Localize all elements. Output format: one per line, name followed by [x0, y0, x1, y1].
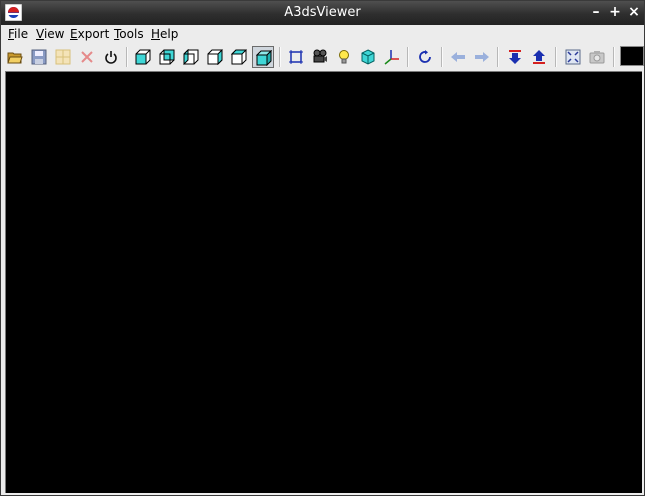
- view-left-button[interactable]: [180, 46, 202, 68]
- open-button[interactable]: [4, 46, 26, 68]
- menu-bar: File View Export Tools Help: [1, 25, 644, 44]
- toolbar: [1, 44, 644, 70]
- grid-icon: [55, 49, 71, 65]
- view-back-button[interactable]: [156, 46, 178, 68]
- menu-help-mnemonic: H: [151, 27, 161, 41]
- previous-button[interactable]: [447, 46, 469, 68]
- window-title: A3dsViewer: [284, 5, 361, 20]
- power-button[interactable]: [100, 46, 122, 68]
- close-model-button[interactable]: [76, 46, 98, 68]
- toolbar-separator: [497, 47, 499, 67]
- close-icon: [81, 51, 93, 63]
- fullscreen-button[interactable]: [562, 46, 584, 68]
- rotate-icon: [419, 50, 431, 63]
- menu-export[interactable]: Export: [70, 27, 109, 41]
- toolbar-separator: [279, 47, 281, 67]
- 3d-viewport[interactable]: [5, 71, 642, 493]
- save-icon: [31, 49, 47, 65]
- toolbar-separator: [126, 47, 128, 67]
- menu-file[interactable]: File: [8, 27, 28, 41]
- axes-button[interactable]: [381, 46, 403, 68]
- screenshot-icon: [589, 51, 605, 64]
- toolbar-separator: [613, 47, 615, 67]
- arrow-right-icon: [475, 52, 489, 62]
- light-button[interactable]: [333, 46, 355, 68]
- view-cube-top-icon: [231, 49, 247, 65]
- open-folder-icon: [7, 52, 23, 64]
- menu-tools[interactable]: Tools: [114, 27, 144, 41]
- view-cube-right-icon: [207, 49, 223, 65]
- export-button[interactable]: [528, 46, 550, 68]
- fullscreen-icon: [565, 49, 581, 65]
- view-cube-left-icon: [183, 49, 199, 65]
- object-button[interactable]: [357, 46, 379, 68]
- export-up-icon: [533, 50, 545, 64]
- toolbar-separator: [407, 47, 409, 67]
- camera-icon: [313, 49, 327, 63]
- import-down-icon: [509, 50, 521, 64]
- camera-button[interactable]: [309, 46, 331, 68]
- toolbar-separator: [555, 47, 557, 67]
- menu-export-mnemonic: E: [70, 27, 78, 41]
- menu-export-label: xport: [77, 27, 110, 41]
- title-bar[interactable]: A3dsViewer – + ×: [1, 1, 644, 25]
- view-cube-perspective-icon: [256, 50, 272, 66]
- view-top-button[interactable]: [228, 46, 250, 68]
- maximize-button[interactable]: +: [607, 4, 623, 20]
- object-cube-icon: [361, 49, 375, 65]
- close-button[interactable]: ×: [626, 4, 642, 20]
- view-cube-back-icon: [159, 49, 175, 65]
- view-perspective-button[interactable]: [252, 46, 274, 68]
- power-icon: [105, 51, 117, 64]
- grid-button[interactable]: [52, 46, 74, 68]
- view-cube-front-icon: [135, 49, 151, 65]
- background-color-swatch[interactable]: [620, 46, 644, 66]
- view-right-button[interactable]: [204, 46, 226, 68]
- import-button[interactable]: [504, 46, 526, 68]
- menu-view-mnemonic: V: [36, 27, 44, 41]
- menu-view-label: iew: [43, 27, 65, 41]
- menu-help-label: elp: [160, 27, 179, 41]
- menu-view[interactable]: View: [36, 27, 64, 41]
- axes-icon: [384, 50, 399, 65]
- menu-help[interactable]: Help: [151, 27, 178, 41]
- menu-file-label: ile: [14, 27, 29, 41]
- view-front-button[interactable]: [132, 46, 154, 68]
- rotate-button[interactable]: [414, 46, 436, 68]
- frame-icon: [289, 50, 303, 64]
- arrow-left-icon: [451, 52, 465, 62]
- light-bulb-icon: [339, 50, 349, 64]
- menu-tools-label: ools: [119, 27, 144, 41]
- app-window: A3dsViewer – + × File View Export Tools …: [0, 0, 645, 496]
- next-button[interactable]: [471, 46, 493, 68]
- screenshot-button[interactable]: [586, 46, 608, 68]
- frame-button[interactable]: [285, 46, 307, 68]
- toolbar-separator: [441, 47, 443, 67]
- minimize-button[interactable]: –: [588, 4, 604, 20]
- save-button[interactable]: [28, 46, 50, 68]
